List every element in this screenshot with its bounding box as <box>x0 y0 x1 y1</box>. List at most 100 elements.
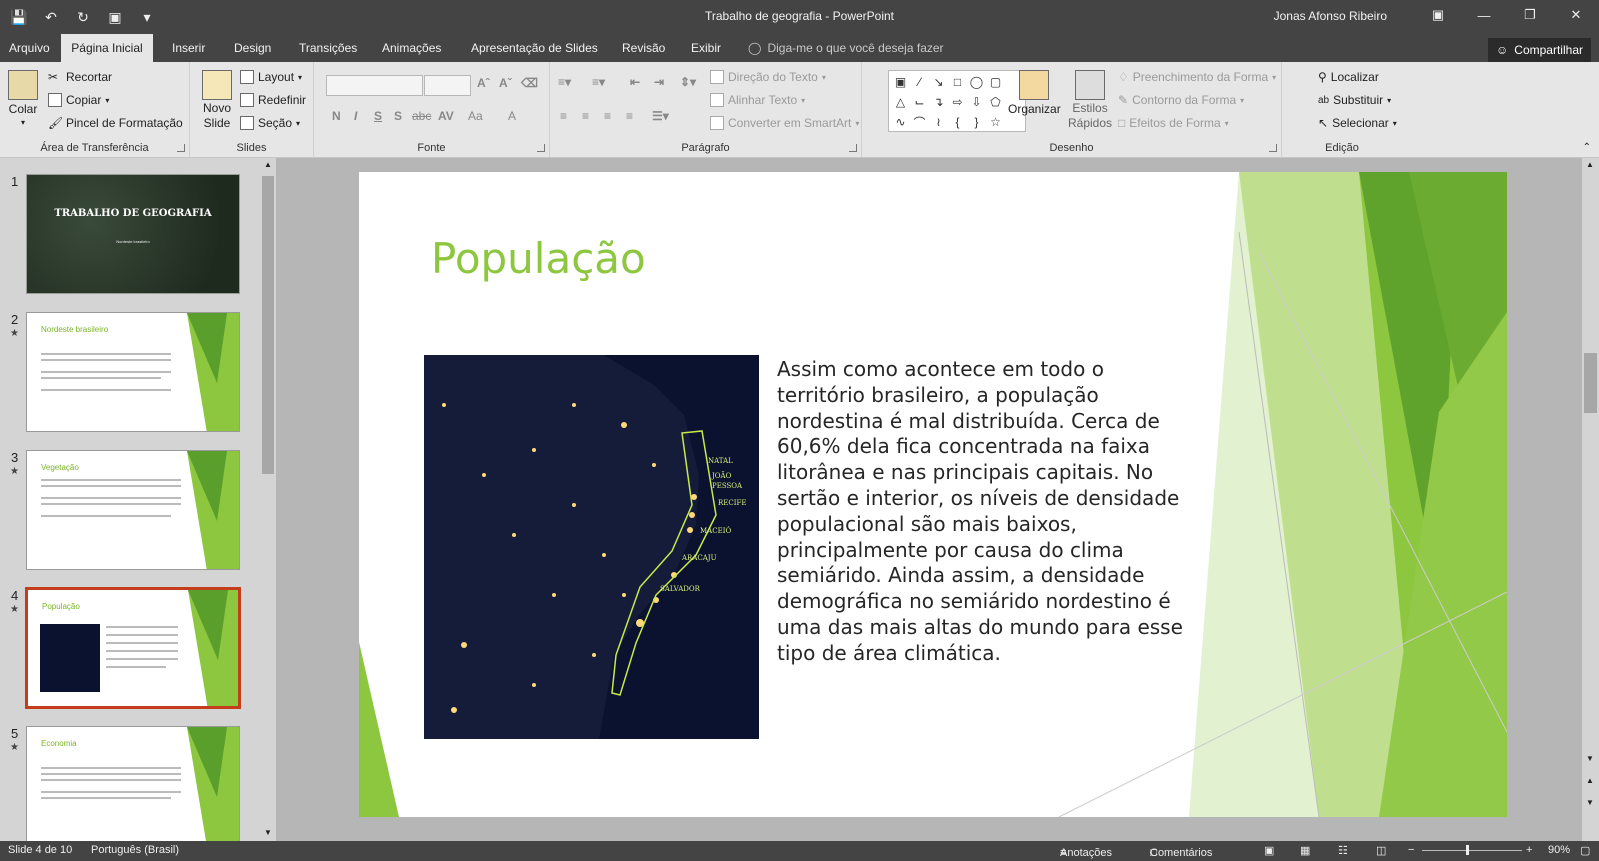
tab-apresentacao[interactable]: Apresentação de Slides <box>462 34 607 62</box>
scroll-up-icon[interactable]: ▲ <box>1586 160 1594 169</box>
ribbon-display-options-icon[interactable]: ▣ <box>1415 0 1461 30</box>
align-right-icon[interactable]: ≡ <box>604 109 611 123</box>
new-slide-button[interactable]: Novo Slide <box>202 70 232 130</box>
zoom-in-icon[interactable]: + <box>1526 844 1532 856</box>
font-name-combo[interactable] <box>326 75 423 96</box>
increase-indent-icon[interactable]: ⇥ <box>654 75 664 89</box>
scroll-down-icon[interactable]: ▼ <box>264 828 272 837</box>
rounded-rect-shape-icon[interactable]: ▢ <box>986 72 1005 92</box>
curve-shape-icon[interactable]: ∿ <box>891 112 910 132</box>
shape-fill-button[interactable]: ♢ Preenchimento da Forma ▾ <box>1118 70 1276 84</box>
font-size-combo[interactable] <box>424 75 471 96</box>
shapes-gallery[interactable]: ▣ ∕ ↘ □ ◯ ▢ △ ⌙ ↴ ⇨ ⇩ ⬠ ∿ ⌒ ≀{} ☆ <box>888 70 1026 132</box>
line-shape-icon[interactable]: ∕ <box>910 72 929 92</box>
italic-button[interactable]: I <box>354 109 357 123</box>
bullets-icon[interactable]: ≡▾ <box>558 75 571 89</box>
user-name[interactable]: Jonas Afonso Ribeiro <box>1274 9 1387 23</box>
paste-button[interactable]: Colar ▾ <box>8 70 38 127</box>
dialog-launcher-icon[interactable] <box>177 144 185 152</box>
slideshow-icon[interactable]: ◫ <box>1376 844 1386 857</box>
right-brace-shape-icon[interactable]: } <box>967 112 986 132</box>
oval-shape-icon[interactable]: ◯ <box>967 72 986 92</box>
scroll-up-icon[interactable]: ▲ <box>264 160 272 169</box>
tab-animacoes[interactable]: Animações <box>373 34 450 62</box>
slide-thumbnail-3[interactable]: Vegetação <box>26 450 240 570</box>
strikethrough-button[interactable]: abc <box>412 109 431 123</box>
next-slide-icon[interactable]: ▼ <box>1586 798 1594 807</box>
thumbnail-scrollbar[interactable]: ▲ ▼ <box>260 158 276 841</box>
quick-styles-button[interactable]: Estilos Rápidos <box>1068 70 1112 130</box>
collapse-ribbon-icon[interactable]: ⌃ <box>1583 142 1591 153</box>
grow-font-icon[interactable]: Aˆ <box>477 76 490 90</box>
align-center-icon[interactable]: ≡ <box>582 109 589 123</box>
tab-design[interactable]: Design <box>225 34 280 62</box>
elbow-shape-icon[interactable]: ⌙ <box>910 92 929 112</box>
dialog-launcher-icon[interactable] <box>1269 144 1277 152</box>
left-brace-shape-icon[interactable]: { <box>948 112 967 132</box>
slide-title[interactable]: População <box>431 234 646 283</box>
align-text-button[interactable]: Alinhar Texto ▾ <box>710 93 805 107</box>
shadow-button[interactable]: S <box>394 109 402 123</box>
select-button[interactable]: ↖ Selecionar ▾ <box>1318 116 1397 130</box>
arrow-line-shape-icon[interactable]: ↘ <box>929 72 948 92</box>
zoom-level[interactable]: 90% <box>1548 844 1570 856</box>
slide-canvas[interactable]: População NATAL JOÃO PESSOA RECIFE MACEI… <box>359 172 1507 817</box>
editor-scrollbar[interactable]: ▲ ▼ ▲ ▼ <box>1582 158 1599 841</box>
normal-view-icon[interactable]: ▣ <box>1264 844 1274 857</box>
layout-button[interactable]: Layout ▾ <box>240 70 302 84</box>
wave-shape-icon[interactable]: ≀ <box>929 112 948 132</box>
slide-body-text[interactable]: Assim como acontece em todo o território… <box>777 357 1192 667</box>
justify-icon[interactable]: ≡ <box>626 109 633 123</box>
share-button[interactable]: ☺ Compartilhar <box>1488 38 1591 62</box>
numbering-icon[interactable]: ≡▾ <box>592 75 605 89</box>
reset-button[interactable]: Redefinir <box>240 93 306 107</box>
tab-pagina-inicial[interactable]: Página Inicial <box>61 34 153 62</box>
zoom-slider[interactable] <box>1422 850 1522 851</box>
decrease-indent-icon[interactable]: ⇤ <box>630 75 640 89</box>
minimize-icon[interactable]: — <box>1461 0 1507 30</box>
tell-me-box[interactable]: ◯ Diga-me o que você deseja fazer <box>748 34 944 62</box>
replace-button[interactable]: ab Substituir ▾ <box>1318 93 1391 107</box>
shrink-font-icon[interactable]: Aˇ <box>499 76 512 90</box>
clear-format-icon[interactable]: ⌫ <box>521 76 538 90</box>
triangle-shape-icon[interactable]: △ <box>891 92 910 112</box>
slide-sorter-icon[interactable]: ▦ <box>1300 844 1310 857</box>
previous-slide-icon[interactable]: ▲ <box>1586 776 1594 785</box>
pentagon-shape-icon[interactable]: ⬠ <box>986 92 1005 112</box>
slide-thumbnail-4[interactable]: População <box>25 587 241 709</box>
zoom-slider-thumb[interactable] <box>1466 845 1469 855</box>
tab-revisao[interactable]: Revisão <box>613 34 674 62</box>
language-indicator[interactable]: Português (Brasil) <box>91 844 179 856</box>
format-painter-button[interactable]: 🖌 Pincel de Formatação <box>48 116 183 130</box>
slide-thumbnail-1[interactable]: TRABALHO DE GEOGRAFIA Nordeste brasileir… <box>26 174 240 294</box>
align-left-icon[interactable]: ≡ <box>560 109 567 123</box>
dialog-launcher-icon[interactable] <box>537 144 545 152</box>
right-arrow-shape-icon[interactable]: ⇨ <box>948 92 967 112</box>
cut-button[interactable]: ✂ Recortar <box>48 70 112 84</box>
char-spacing-button[interactable]: AV <box>438 109 454 123</box>
smartart-button[interactable]: Converter em SmartArt ▾ <box>710 116 859 130</box>
shape-outline-button[interactable]: ✎ Contorno da Forma ▾ <box>1118 93 1244 107</box>
text-direction-button[interactable]: Direção do Texto ▾ <box>710 70 826 84</box>
reading-view-icon[interactable]: ☷ <box>1338 844 1348 857</box>
shape-effects-button[interactable]: □ Efeitos de Forma ▾ <box>1118 116 1229 130</box>
northeast-night-map-image[interactable]: NATAL JOÃO PESSOA RECIFE MACEIÓ ARACAJU … <box>424 355 759 739</box>
columns-icon[interactable]: ☰▾ <box>652 109 669 123</box>
restore-icon[interactable]: ❐ <box>1507 0 1553 30</box>
change-case-button[interactable]: Aa <box>468 109 483 123</box>
underline-button[interactable]: S <box>374 109 382 123</box>
tab-inserir[interactable]: Inserir <box>163 34 214 62</box>
tab-arquivo[interactable]: Arquivo <box>0 34 59 62</box>
editor-scroll-thumb[interactable] <box>1584 353 1597 413</box>
tab-transicoes[interactable]: Transições <box>290 34 366 62</box>
arc-shape-icon[interactable]: ⌒ <box>910 112 929 132</box>
elbow-arrow-shape-icon[interactable]: ↴ <box>929 92 948 112</box>
arrange-button[interactable]: Organizar <box>1008 70 1061 116</box>
slide-thumbnail-5[interactable]: Economia <box>26 726 240 846</box>
section-button[interactable]: Seção ▾ <box>240 116 300 130</box>
dialog-launcher-icon[interactable] <box>849 144 857 152</box>
bold-button[interactable]: N <box>332 109 341 123</box>
star-shape-icon[interactable]: ☆ <box>986 112 1005 132</box>
down-arrow-shape-icon[interactable]: ⇩ <box>967 92 986 112</box>
slide-thumbnail-2[interactable]: Nordeste brasileiro <box>26 312 240 432</box>
